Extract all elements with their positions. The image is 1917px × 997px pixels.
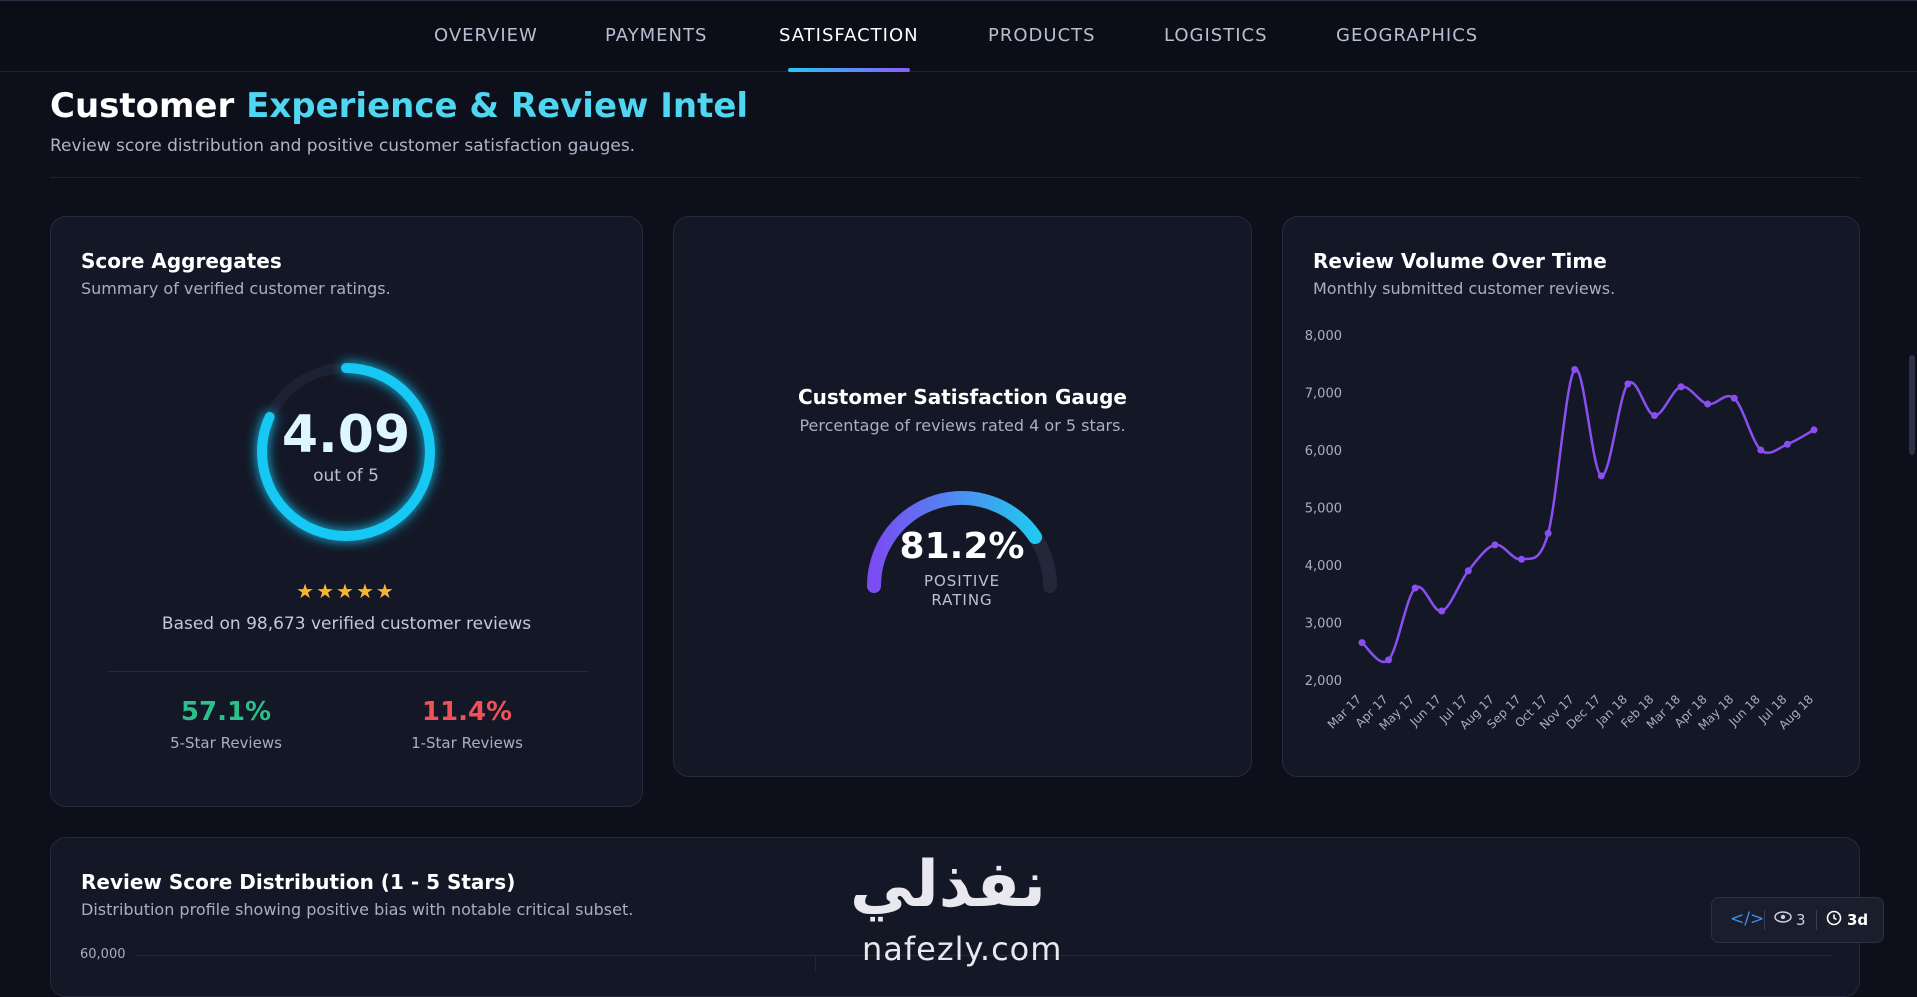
gauge-label-line1: POSITIVE — [923, 572, 1001, 590]
distribution-y-tick: 60,000 — [80, 947, 126, 962]
tab-payments[interactable]: PAYMENTS — [605, 25, 707, 46]
page-subtitle: Review score distribution and positive c… — [50, 136, 636, 156]
gauge-card-title: Customer Satisfaction Gauge — [797, 385, 1127, 409]
tab-overview[interactable]: OVERVIEW — [434, 25, 538, 46]
watermark-latin: nafezly.com — [862, 930, 1063, 968]
data-point[interactable] — [1624, 380, 1632, 388]
tab-geographics[interactable]: GEOGRAPHICS — [1336, 25, 1478, 46]
score-out-of: out of 5 — [313, 466, 379, 486]
y-tick-label: 2,000 — [1305, 674, 1342, 689]
page-title-part-a: Customer — [50, 86, 247, 126]
volume-card-subtitle: Monthly submitted customer reviews. — [1313, 279, 1616, 298]
positive-rating-value: 81.2% — [899, 526, 1025, 567]
y-tick-label: 3,000 — [1305, 617, 1342, 632]
score-card-divider — [108, 671, 588, 672]
score-card-title: Score Aggregates — [81, 249, 282, 273]
data-point[interactable] — [1704, 400, 1712, 408]
data-point[interactable] — [1411, 584, 1419, 592]
data-point[interactable] — [1757, 446, 1765, 454]
data-point[interactable] — [1385, 656, 1393, 664]
average-score: 4.09 — [281, 405, 411, 465]
data-point[interactable] — [1783, 440, 1791, 448]
data-point[interactable] — [1571, 366, 1579, 373]
page-scrollbar[interactable] — [1909, 355, 1915, 455]
y-tick-label: 4,000 — [1305, 559, 1342, 574]
review-volume-chart: 8,0007,0006,0005,0004,0003,0002,000Mar 1… — [1305, 329, 1818, 733]
volume-card-title: Review Volume Over Time — [1313, 249, 1607, 273]
tab-logistics[interactable]: LOGISTICS — [1164, 25, 1268, 46]
stats-badge[interactable]: </> 3 3d — [1711, 897, 1884, 943]
badge-separator — [1764, 910, 1765, 930]
gauge-card-subtitle: Percentage of reviews rated 4 or 5 stars… — [799, 416, 1126, 435]
data-point[interactable] — [1730, 394, 1738, 402]
tab-satisfaction[interactable]: SATISFACTION — [779, 25, 919, 46]
distribution-grid-divider — [815, 955, 816, 971]
gauge-label-line2: RATING — [931, 591, 993, 609]
star-rating-icon: ★★★★★ — [296, 579, 396, 603]
y-tick-label: 8,000 — [1305, 329, 1342, 344]
data-point[interactable] — [1597, 472, 1605, 480]
five-star-percent: 57.1% — [180, 697, 272, 727]
badge-separator — [1816, 910, 1817, 930]
review-count-text: Based on 98,673 verified customer review… — [161, 614, 532, 634]
tab-products[interactable]: PRODUCTS — [988, 25, 1096, 46]
score-card-subtitle: Summary of verified customer ratings. — [81, 279, 391, 298]
data-point[interactable] — [1358, 639, 1366, 647]
eye-icon — [1774, 910, 1792, 928]
positive-rating-label: POSITIVE RATING — [862, 572, 1062, 610]
clock-icon — [1826, 910, 1842, 930]
code-icon: </> — [1730, 909, 1765, 929]
review-volume-line — [1361, 368, 1815, 664]
one-star-percent: 11.4% — [421, 697, 513, 727]
page-title: Customer Experience & Review Intel — [50, 86, 748, 126]
active-tab-indicator — [788, 68, 910, 72]
view-count: 3 — [1796, 911, 1806, 929]
page-title-highlight: Experience & Review Intel — [246, 86, 749, 126]
one-star-label: 1-Star Reviews — [411, 734, 523, 752]
age-text: 3d — [1847, 911, 1869, 929]
data-point[interactable] — [1544, 529, 1552, 537]
y-tick-label: 5,000 — [1305, 502, 1342, 517]
data-point[interactable] — [1677, 383, 1685, 391]
y-tick-label: 6,000 — [1305, 444, 1342, 459]
y-tick-label: 7,000 — [1305, 387, 1342, 402]
header-divider — [50, 177, 1860, 178]
watermark-arabic: نفذلي — [850, 848, 1046, 922]
top-nav: OVERVIEW PAYMENTS SATISFACTION PRODUCTS … — [0, 0, 1917, 72]
five-star-label: 5-Star Reviews — [170, 734, 282, 752]
data-point[interactable] — [1491, 541, 1499, 549]
data-point[interactable] — [1650, 412, 1658, 419]
data-point[interactable] — [1810, 426, 1818, 434]
data-point[interactable] — [1464, 567, 1472, 575]
distribution-card-subtitle: Distribution profile showing positive bi… — [81, 900, 634, 919]
data-point[interactable] — [1518, 555, 1526, 563]
data-point[interactable] — [1438, 607, 1446, 615]
distribution-card-title: Review Score Distribution (1 - 5 Stars) — [81, 870, 516, 894]
